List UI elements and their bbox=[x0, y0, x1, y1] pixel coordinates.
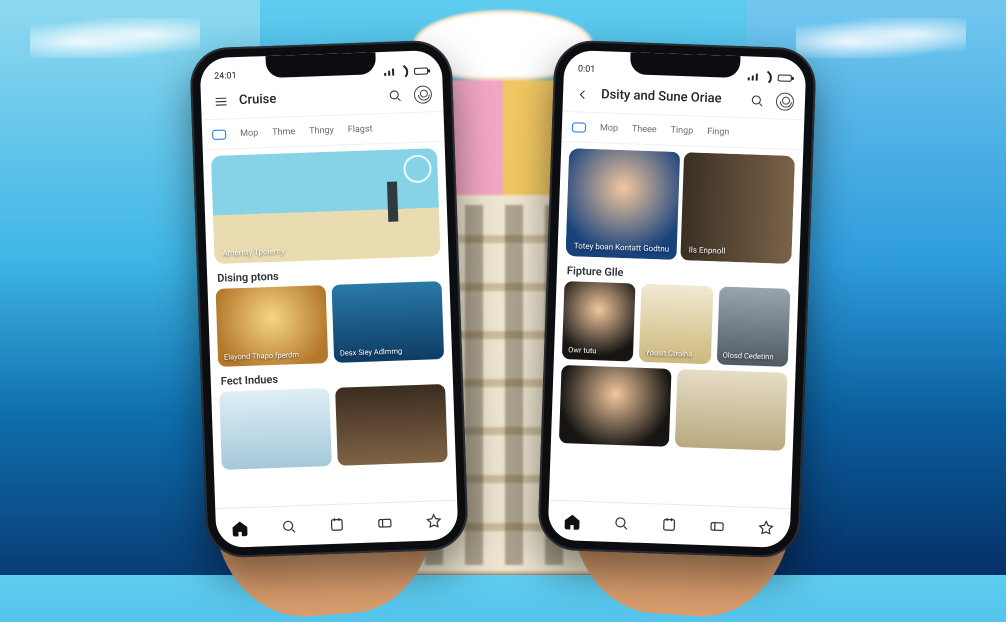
card-feat-0[interactable] bbox=[219, 388, 332, 470]
wifi-icon bbox=[762, 71, 775, 84]
nav-star[interactable] bbox=[422, 510, 445, 533]
nav-search[interactable] bbox=[277, 515, 300, 538]
notch bbox=[265, 52, 376, 78]
tab-2[interactable]: Theee bbox=[626, 120, 663, 139]
card-gal-0[interactable]: Owr tutu bbox=[562, 281, 636, 361]
hero-card-1[interactable]: Ils Enpnoll bbox=[680, 152, 795, 264]
page-title: Cruise bbox=[239, 88, 377, 108]
hero-card[interactable]: Amernty Tpolerny bbox=[211, 148, 441, 264]
nav-home[interactable] bbox=[561, 510, 584, 533]
tab-4[interactable]: Fingn bbox=[701, 122, 736, 141]
tab-home[interactable] bbox=[206, 125, 233, 144]
page-title: Dsity and Sune Oriae bbox=[601, 87, 739, 107]
card-more-1[interactable] bbox=[675, 369, 788, 451]
phone-left: 24:01 Cruise Mop Thme Thngy Flagst Amern… bbox=[189, 40, 469, 559]
phone-right: 0:01 Dsity and Sune Oriae Mop Theee Ting… bbox=[537, 40, 817, 559]
wifi-icon bbox=[399, 65, 412, 78]
card-gal-2[interactable]: Olosd Cedetinn bbox=[716, 286, 790, 366]
card-dining-0[interactable]: Elayond Thapo fperdm bbox=[216, 285, 329, 367]
hero-badge-icon bbox=[403, 154, 432, 183]
card-more-0[interactable] bbox=[559, 365, 672, 447]
nav-home[interactable] bbox=[229, 516, 252, 539]
content-scroll[interactable]: Totey boan Kontatt Godtnu Ils Enpnoll Fi… bbox=[549, 142, 803, 508]
nav-collections[interactable] bbox=[325, 513, 348, 536]
home-pill-icon bbox=[572, 122, 586, 132]
card-feat-1[interactable] bbox=[335, 384, 448, 466]
home-pill-icon bbox=[212, 129, 226, 139]
tab-2[interactable]: Thme bbox=[266, 122, 302, 141]
card-gal-1[interactable]: Youslt Ctrolna bbox=[639, 284, 713, 364]
status-time: 0:01 bbox=[578, 64, 596, 75]
back-button[interactable] bbox=[573, 84, 594, 105]
nav-collections[interactable] bbox=[658, 513, 681, 536]
hero-card-0[interactable]: Totey boan Kontatt Godtnu bbox=[565, 148, 680, 260]
menu-button[interactable] bbox=[211, 91, 232, 112]
card-dining-1[interactable]: Desx Siey Adlmmg bbox=[332, 281, 445, 363]
tab-1[interactable]: Mop bbox=[234, 124, 265, 143]
notch bbox=[630, 52, 741, 78]
battery-icon bbox=[414, 67, 428, 74]
signal-icon bbox=[748, 72, 760, 80]
nav-star[interactable] bbox=[754, 516, 777, 539]
tab-3[interactable]: Thngy bbox=[303, 121, 340, 140]
tab-3[interactable]: Tingp bbox=[664, 121, 699, 140]
hero-row: Totey boan Kontatt Godtnu Ils Enpnoll bbox=[565, 148, 795, 264]
search-button[interactable] bbox=[747, 90, 768, 111]
nav-search[interactable] bbox=[609, 511, 632, 534]
tab-home[interactable] bbox=[566, 118, 593, 137]
nav-tickets[interactable] bbox=[374, 511, 397, 534]
search-button[interactable] bbox=[385, 85, 406, 106]
battery-icon bbox=[778, 74, 792, 81]
bottom-nav bbox=[548, 500, 791, 548]
nav-tickets[interactable] bbox=[706, 515, 729, 538]
hero-caption: Amernty Tpolerny bbox=[222, 247, 285, 258]
bottom-nav bbox=[215, 500, 458, 548]
profile-button[interactable] bbox=[413, 84, 434, 105]
content-scroll[interactable]: Amernty Tpolerny Dising ptons Elayond Th… bbox=[203, 142, 457, 508]
signal-icon bbox=[384, 68, 396, 76]
tab-1[interactable]: Mop bbox=[594, 119, 625, 138]
status-time: 24:01 bbox=[214, 71, 237, 82]
tab-4[interactable]: Flagst bbox=[341, 120, 378, 139]
profile-button[interactable] bbox=[775, 91, 796, 112]
